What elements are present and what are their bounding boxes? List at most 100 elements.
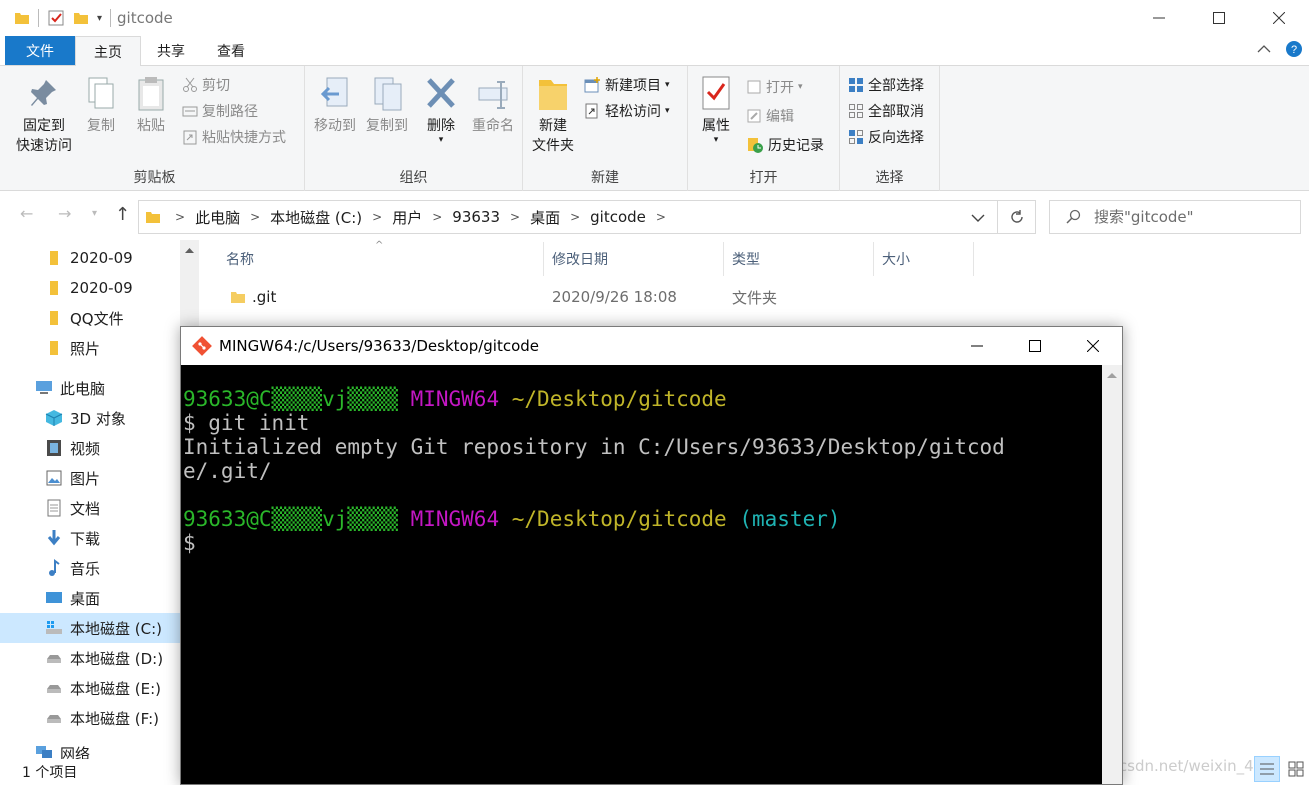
help-icon[interactable]: ? (1285, 40, 1303, 58)
chevron-right-icon[interactable]: > (372, 210, 382, 224)
nav-item-this-pc[interactable]: 此电脑 (0, 373, 180, 403)
drive-icon (44, 709, 64, 727)
select-none-icon (849, 104, 863, 118)
move-to-button[interactable]: 移动到 (309, 74, 361, 136)
scroll-up-arrow-icon[interactable] (180, 240, 199, 260)
address-bar[interactable]: > 此电脑 > 本地磁盘 (C:) > 用户 > 93633 > 桌面 > gi… (138, 200, 998, 234)
chevron-right-icon[interactable]: > (570, 210, 580, 224)
edit-button[interactable]: 编辑 (746, 105, 794, 127)
column-header-type[interactable]: 类型 (724, 242, 874, 276)
column-header-date[interactable]: 修改日期 (544, 242, 724, 276)
nav-item-documents[interactable]: 文档 (0, 493, 180, 523)
column-header-size[interactable]: 大小 (874, 242, 974, 276)
minimize-button[interactable] (1129, 0, 1189, 36)
chevron-right-icon[interactable]: > (432, 210, 442, 224)
terminal-close-button[interactable] (1064, 327, 1122, 365)
breadcrumb-user[interactable]: 93633 (452, 208, 500, 226)
paste-icon (138, 77, 164, 111)
forward-arrow-icon[interactable]: → (58, 204, 71, 223)
nav-item-music[interactable]: 音乐 (0, 553, 180, 583)
group-label-open: 打开 (749, 170, 778, 186)
terminal-output[interactable]: 93633@C▒▒▒▒vj▒▒▒▒ MINGW64 ~/Desktop/gitc… (181, 365, 1101, 784)
terminal-scrollbar[interactable] (1102, 365, 1122, 784)
nav-item-drive-c[interactable]: 本地磁盘 (C:) (0, 613, 180, 643)
properties-dropdown-icon[interactable]: ▾ (714, 136, 719, 145)
breadcrumb-users[interactable]: 用户 (392, 207, 422, 228)
nav-item-drive-d[interactable]: 本地磁盘 (D:) (0, 643, 180, 673)
collapse-ribbon-icon[interactable] (1257, 44, 1271, 54)
paste-button[interactable]: 粘贴 (131, 74, 171, 136)
paste-shortcut-button[interactable]: 粘贴快捷方式 (182, 126, 286, 148)
select-none-button[interactable]: 全部取消 (848, 100, 924, 122)
invert-selection-button[interactable]: 反向选择 (848, 126, 924, 148)
chevron-right-icon[interactable]: > (250, 210, 260, 224)
file-row[interactable]: .git 2020/9/26 18:08 文件夹 (218, 283, 882, 311)
select-all-button[interactable]: 全部选择 (848, 74, 924, 96)
delete-button[interactable]: 删除 ▾ (421, 74, 461, 145)
refresh-button[interactable] (998, 200, 1036, 234)
breadcrumb-desktop[interactable]: 桌面 (530, 207, 560, 228)
copy-to-button[interactable]: 复制到 (361, 74, 413, 136)
nav-item-3d-objects[interactable]: 3D 对象 (0, 403, 180, 433)
nav-item-pictures[interactable]: 图片 (0, 463, 180, 493)
copy-path-button[interactable]: 复制路径 (182, 100, 258, 122)
output-line: e/.git/ (183, 459, 272, 483)
nav-item-folder[interactable]: QQ文件 (0, 303, 180, 333)
scroll-up-arrow-icon[interactable] (1102, 365, 1122, 385)
column-header-name[interactable]: 名称 ^ (218, 240, 544, 276)
easy-access-button[interactable]: 轻松访问 ▾ (583, 100, 670, 122)
chevron-right-icon[interactable]: > (510, 210, 520, 224)
tab-file[interactable]: 文件 (5, 36, 75, 65)
maximize-button[interactable] (1189, 0, 1249, 36)
copy-to-label: 复制到 (366, 118, 408, 134)
properties-button[interactable]: 属性 ▾ (694, 74, 738, 145)
pin-quick-access-button[interactable]: 固定到 快速访问 (11, 74, 77, 156)
back-arrow-icon[interactable]: ← (20, 204, 33, 223)
new-item-button[interactable]: 新建项目 ▾ (583, 74, 670, 96)
address-dropdown-icon[interactable] (971, 213, 985, 223)
nav-item-downloads[interactable]: 下载 (0, 523, 180, 553)
nav-item-folder[interactable]: 2020-09 (0, 243, 180, 273)
nav-item-drive-e[interactable]: 本地磁盘 (E:) (0, 673, 180, 703)
rename-button[interactable]: 重命名 (467, 74, 519, 136)
nav-item-label: 图片 (70, 469, 101, 488)
nav-item-folder[interactable]: 2020-09 (0, 273, 180, 303)
open-icon (747, 80, 761, 94)
nav-item-desktop[interactable]: 桌面 (0, 583, 180, 613)
breadcrumb-drive-c[interactable]: 本地磁盘 (C:) (270, 207, 362, 228)
breadcrumb-this-pc[interactable]: 此电脑 (195, 207, 240, 228)
breadcrumb-gitcode[interactable]: gitcode (590, 208, 646, 226)
tab-home[interactable]: 主页 (75, 36, 141, 66)
terminal-maximize-button[interactable] (1006, 327, 1064, 365)
output-line: Initialized empty Git repository in C:/U… (183, 435, 1005, 459)
close-button[interactable] (1249, 0, 1309, 36)
history-button[interactable]: 历史记录 (746, 134, 824, 156)
search-input[interactable] (1094, 208, 1274, 226)
ribbon: 固定到 快速访问 复制 粘贴 剪切 复制路径 粘贴快捷方式 剪贴板 移动到 复制… (0, 66, 1309, 191)
nav-item-folder[interactable]: 照片 (0, 333, 180, 363)
terminal-minimize-button[interactable] (948, 327, 1006, 365)
recent-locations-chevron-icon[interactable]: ▾ (92, 208, 97, 219)
chevron-right-icon[interactable]: > (175, 210, 185, 224)
chevron-right-icon[interactable]: > (656, 210, 666, 224)
cut-button[interactable]: 剪切 (182, 74, 230, 96)
large-icons-view-icon[interactable] (1286, 756, 1306, 782)
tab-share[interactable]: 共享 (141, 36, 201, 65)
details-view-icon[interactable] (1254, 756, 1280, 782)
tab-view[interactable]: 查看 (201, 36, 261, 65)
up-arrow-icon[interactable]: ↑ (115, 204, 130, 225)
customize-toolbar-icon[interactable]: ▾ (97, 13, 102, 24)
nav-item-network[interactable]: 网络 (0, 743, 180, 759)
open-button[interactable]: 打开 ▾ (746, 76, 803, 98)
navigation-bar: ← → ▾ ↑ > 此电脑 > 本地磁盘 (C:) > 用户 > 93633 >… (0, 192, 1309, 240)
nav-item-videos[interactable]: 视频 (0, 433, 180, 463)
file-name: .git (252, 288, 277, 306)
new-item-icon (584, 77, 600, 93)
search-box[interactable] (1049, 200, 1301, 234)
copy-button[interactable]: 复制 (81, 74, 121, 136)
new-folder-button[interactable]: 新建 文件夹 (527, 74, 579, 156)
properties-icon[interactable] (47, 9, 65, 27)
nav-item-drive-f[interactable]: 本地磁盘 (F:) (0, 703, 180, 733)
delete-dropdown-icon[interactable]: ▾ (439, 136, 444, 145)
new-folder-icon[interactable] (73, 10, 89, 26)
